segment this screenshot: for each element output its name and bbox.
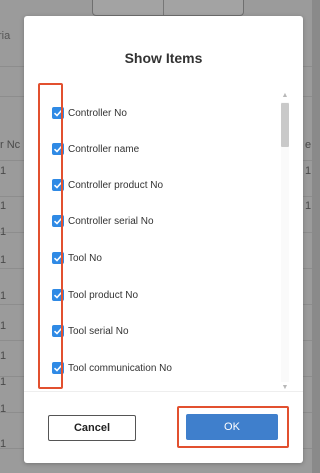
show-items-list: Controller No Controller name Controller…	[24, 16, 303, 463]
background-cell: 1	[0, 403, 7, 415]
background-cell: 1	[0, 350, 7, 362]
background-column-header: e	[305, 139, 312, 151]
list-item[interactable]: Tool serial No	[52, 323, 129, 339]
checkbox-controller-serial-no[interactable]	[52, 215, 64, 227]
checkmark-icon	[53, 364, 63, 372]
checkbox-tool-no[interactable]	[52, 252, 64, 264]
cancel-button[interactable]: Cancel	[48, 415, 136, 441]
background-cell: 1	[0, 200, 7, 212]
background-top-label: ria	[0, 30, 11, 42]
item-label: Controller product No	[68, 179, 164, 191]
checkmark-icon	[53, 181, 63, 189]
list-scrollbar[interactable]: ▲ ▼	[279, 88, 291, 398]
list-item[interactable]: Controller product No	[52, 177, 163, 193]
checkbox-tool-serial-no[interactable]	[52, 325, 64, 337]
item-label: Tool product No	[68, 289, 139, 301]
show-items-dialog: Show Items Controller No Controller name…	[24, 16, 303, 463]
ok-button[interactable]: OK	[186, 414, 278, 440]
checkmark-icon	[53, 291, 63, 299]
footer-divider	[24, 391, 303, 392]
background-cell: 1	[305, 165, 312, 177]
background-cell: 1	[0, 438, 7, 450]
background-cell: 1	[0, 165, 7, 177]
background-segmented-control	[92, 0, 244, 16]
list-item[interactable]: Controller serial No	[52, 213, 154, 229]
list-item[interactable]: Tool No	[52, 250, 102, 266]
item-label: Controller name	[68, 143, 140, 155]
background-cell: 1	[305, 200, 312, 212]
checkbox-tool-communication-no[interactable]	[52, 362, 64, 374]
item-label: Controller serial No	[68, 215, 154, 227]
checkbox-controller-product-no[interactable]	[52, 179, 64, 191]
checkmark-icon	[53, 145, 63, 153]
list-item[interactable]: Controller No	[52, 105, 127, 121]
checkbox-controller-name[interactable]	[52, 143, 64, 155]
background-column-header: r Nc	[0, 139, 21, 151]
background-cell: 1	[0, 320, 7, 332]
segment-divider	[163, 0, 164, 15]
scroll-track[interactable]	[281, 102, 289, 382]
item-label: Tool communication No	[68, 362, 172, 374]
checkmark-icon	[53, 109, 63, 117]
checkbox-tool-product-no[interactable]	[52, 289, 64, 301]
item-label: Controller No	[68, 107, 127, 119]
background-cell: 1	[0, 226, 7, 238]
checkmark-icon	[53, 254, 63, 262]
item-label: Tool serial No	[68, 325, 129, 337]
scroll-up-arrow-icon[interactable]: ▲	[281, 92, 289, 100]
checkbox-controller-no[interactable]	[52, 107, 64, 119]
item-label: Tool No	[68, 252, 102, 264]
list-item[interactable]: Tool communication No	[52, 360, 172, 376]
checkbox-highlight-box	[38, 83, 63, 389]
background-cell: 1	[0, 376, 7, 388]
list-item[interactable]: Tool product No	[52, 287, 138, 303]
background-cell: 1	[0, 254, 7, 266]
checkmark-icon	[53, 217, 63, 225]
checkmark-icon	[53, 327, 63, 335]
scroll-thumb[interactable]	[281, 103, 289, 147]
list-item[interactable]: Controller name	[52, 141, 139, 157]
background-cell: 1	[0, 290, 7, 302]
